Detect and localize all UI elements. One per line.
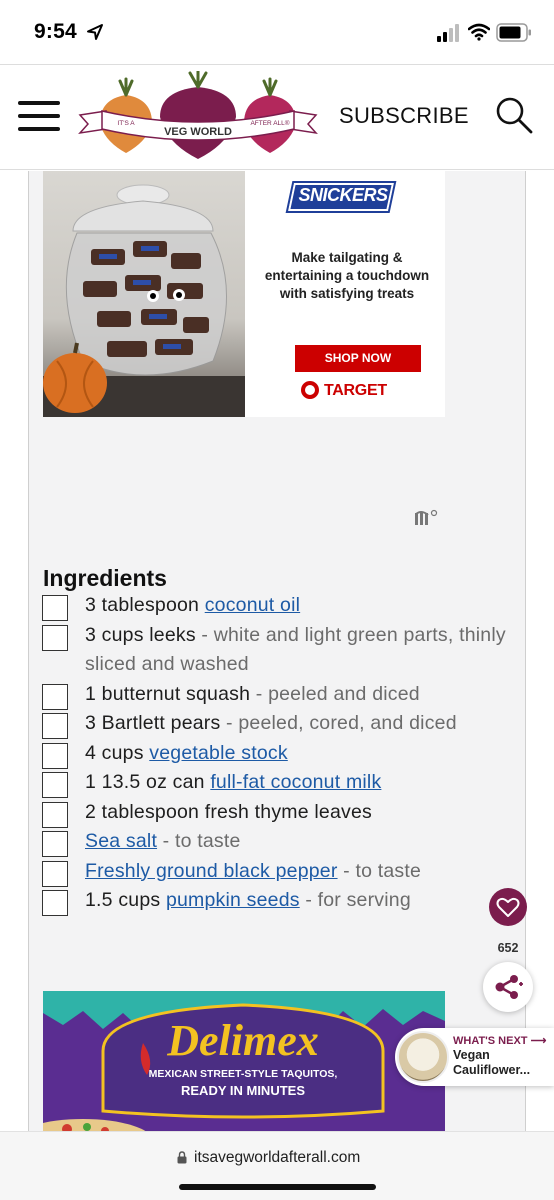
hamburger-menu-icon[interactable] [18, 99, 62, 133]
logo-center-text: VEG WORLD [164, 126, 232, 138]
ingredient-item: Sea salt - to taste [42, 827, 525, 857]
ingredient-quantity: 3 tablespoon [85, 594, 205, 616]
ad-candy-jar-image [43, 171, 245, 417]
battery-icon [496, 23, 531, 42]
ingredient-link[interactable]: coconut oil [205, 594, 300, 616]
delimex-ad[interactable]: Delimex MEXICAN STREET-STYLE TAQUITOS, R… [43, 991, 445, 1131]
ingredient-item: 2 tablespoon fresh thyme leaves [42, 798, 525, 828]
ingredient-item: 4 cups vegetable stock [42, 739, 525, 769]
ingredient-quantity: 3 Bartlett pears [85, 712, 221, 734]
recipe-content: SNICKERS Make tailgating & entertaining … [28, 171, 526, 1131]
ingredient-quantity: 2 tablespoon fresh thyme leaves [85, 800, 372, 823]
ingredient-note: - peeled and diced [250, 682, 420, 705]
site-logo[interactable]: IT'S A VEG WORLD AFTER ALL® [78, 71, 318, 163]
ingredient-quantity: 3 cups leeks [85, 623, 196, 646]
status-time: 9:54 [34, 20, 77, 43]
status-bar: 9:54 [0, 0, 554, 64]
location-arrow-icon [87, 24, 103, 40]
ingredient-checkbox[interactable] [42, 742, 68, 769]
ingredient-link[interactable]: vegetable stock [149, 742, 288, 764]
whats-next-thumbnail [397, 1031, 449, 1083]
ingredient-checkbox[interactable] [42, 595, 68, 621]
logo-left-text: IT'S A [117, 120, 135, 127]
whats-next-label: WHAT'S NEXT ⟶ [453, 1035, 547, 1047]
snickers-logo-text: SNICKERS [298, 185, 388, 205]
ingredient-item: 3 tablespoon coconut oil [42, 591, 525, 621]
url-text[interactable]: itsavegworldafterall.com [194, 1149, 360, 1167]
whats-next-title: Vegan Cauliflower... [453, 1048, 530, 1078]
ingredient-checkbox[interactable] [42, 713, 68, 739]
ingredient-note: - to taste [157, 830, 241, 852]
ingredient-item: 3 cups leeks - white and light green par… [42, 621, 525, 680]
ingredient-checkbox[interactable] [42, 624, 68, 651]
ingredients-heading: Ingredients [43, 565, 167, 591]
ingredient-checkbox[interactable] [42, 890, 68, 916]
ingredient-checkbox[interactable] [42, 801, 68, 828]
wifi-icon [468, 23, 490, 41]
whats-next-title-line-2: Cauliflower... [453, 1063, 531, 1077]
ad-network-icon[interactable] [415, 509, 443, 525]
logo-right-text: AFTER ALL® [250, 119, 289, 127]
ingredient-note: - peeled, cored, and diced [220, 712, 457, 734]
ingredient-checkbox[interactable] [42, 831, 68, 857]
shop-now-button[interactable]: SHOP NOW [295, 345, 421, 372]
delimex-tagline-2: READY IN MINUTES [181, 1083, 305, 1098]
ingredient-link[interactable]: Sea salt [85, 830, 157, 852]
ingredient-link[interactable]: Freshly ground black pepper [85, 860, 338, 882]
delimex-logo-text: Delimex [166, 1016, 319, 1065]
ingredient-checkbox[interactable] [42, 772, 68, 798]
delimex-tagline-1: MEXICAN STREET-STYLE TAQUITOS, [149, 1068, 338, 1080]
whats-next-title-line-1: Vegan [453, 1048, 490, 1062]
home-indicator[interactable] [179, 1184, 376, 1190]
share-icon [495, 975, 523, 999]
heart-icon [496, 897, 520, 917]
ingredient-link[interactable]: pumpkin seeds [166, 889, 300, 911]
favorites-count: 652 [497, 941, 519, 955]
ingredient-quantity: 1 butternut squash [85, 682, 251, 705]
lock-icon [177, 1151, 187, 1164]
ingredient-checkbox[interactable] [42, 683, 68, 710]
ingredient-item: 1.5 cups pumpkin seeds - for serving [42, 886, 525, 916]
ingredient-link[interactable]: full-fat coconut milk [210, 771, 381, 793]
target-label: TARGET [324, 382, 387, 399]
ingredient-quantity: 1 13.5 oz can [85, 771, 211, 793]
snickers-ad[interactable]: SNICKERS Make tailgating & entertaining … [43, 171, 445, 417]
whats-next-card[interactable]: WHAT'S NEXT ⟶ Vegan Cauliflower... [395, 1028, 554, 1086]
ingredient-note: - to taste [337, 859, 422, 882]
ingredient-quantity: 4 cups [85, 741, 150, 764]
ingredient-item: 1 13.5 oz can full-fat coconut milk [42, 768, 525, 798]
favorite-button[interactable] [489, 888, 527, 926]
ingredient-item: Freshly ground black pepper - to taste [42, 857, 525, 887]
search-icon[interactable] [494, 95, 534, 135]
target-logo-icon [301, 381, 319, 399]
browser-url-bar[interactable]: itsavegworldafterall.com [0, 1131, 554, 1200]
subscribe-link[interactable]: SUBSCRIBE [339, 103, 469, 129]
ingredient-item: 3 Bartlett pears - peeled, cored, and di… [42, 709, 525, 739]
ingredient-checkbox[interactable] [42, 860, 68, 887]
share-button[interactable] [483, 962, 533, 1012]
ingredient-note: - for serving [299, 889, 411, 911]
ingredient-item: 1 butternut squash - peeled and diced [42, 680, 525, 710]
cell-signal-icon [437, 24, 459, 42]
ingredient-quantity: 1.5 cups [85, 889, 166, 911]
ad-copy: Make tailgating & entertaining a touchdo… [264, 250, 430, 301]
site-header: IT'S A VEG WORLD AFTER ALL® SUBSCRIBE [0, 64, 554, 170]
ingredient-list: 3 tablespoon coconut oil 3 cups leeks - w… [42, 591, 525, 916]
